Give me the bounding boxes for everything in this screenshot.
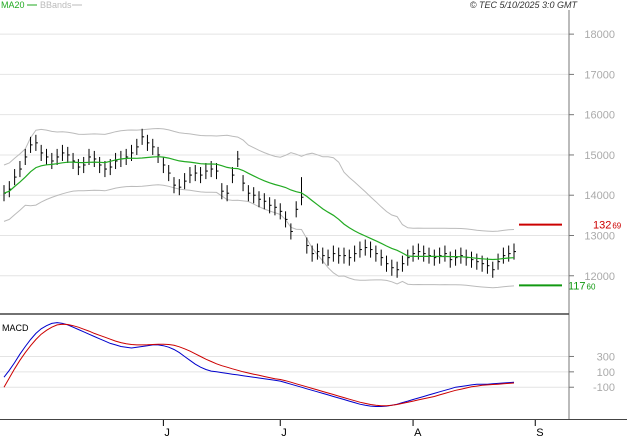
macd-tick-label: -100 xyxy=(593,382,615,394)
price-tick-label: 14000 xyxy=(584,190,615,202)
macd-label: MACD xyxy=(2,323,29,333)
price-tick-label: 13000 xyxy=(584,230,615,242)
macd-tick-label: 300 xyxy=(597,351,615,363)
chart-background xyxy=(0,0,627,440)
time-tick-label: J xyxy=(281,427,287,439)
price-tick-label: 12000 xyxy=(584,271,615,283)
macd-tick-label: 100 xyxy=(597,367,615,379)
price-tick-label: 16000 xyxy=(584,110,615,122)
stock-chart: 1326911760 12000130001400015000160001700… xyxy=(0,0,627,440)
price-tick-label: 18000 xyxy=(584,29,615,41)
time-tick-label: A xyxy=(414,427,422,439)
price-tick-label: 15000 xyxy=(584,150,615,162)
time-tick-label: J xyxy=(164,427,170,439)
legend-bbands: BBands xyxy=(40,0,72,10)
copyright-timestamp: © TEC 5/10/2025 3:0 GMT xyxy=(470,0,579,10)
time-tick-label: S xyxy=(536,427,543,439)
price-tick-label: 17000 xyxy=(584,69,615,81)
legend-ma20: MA20 xyxy=(1,0,25,10)
